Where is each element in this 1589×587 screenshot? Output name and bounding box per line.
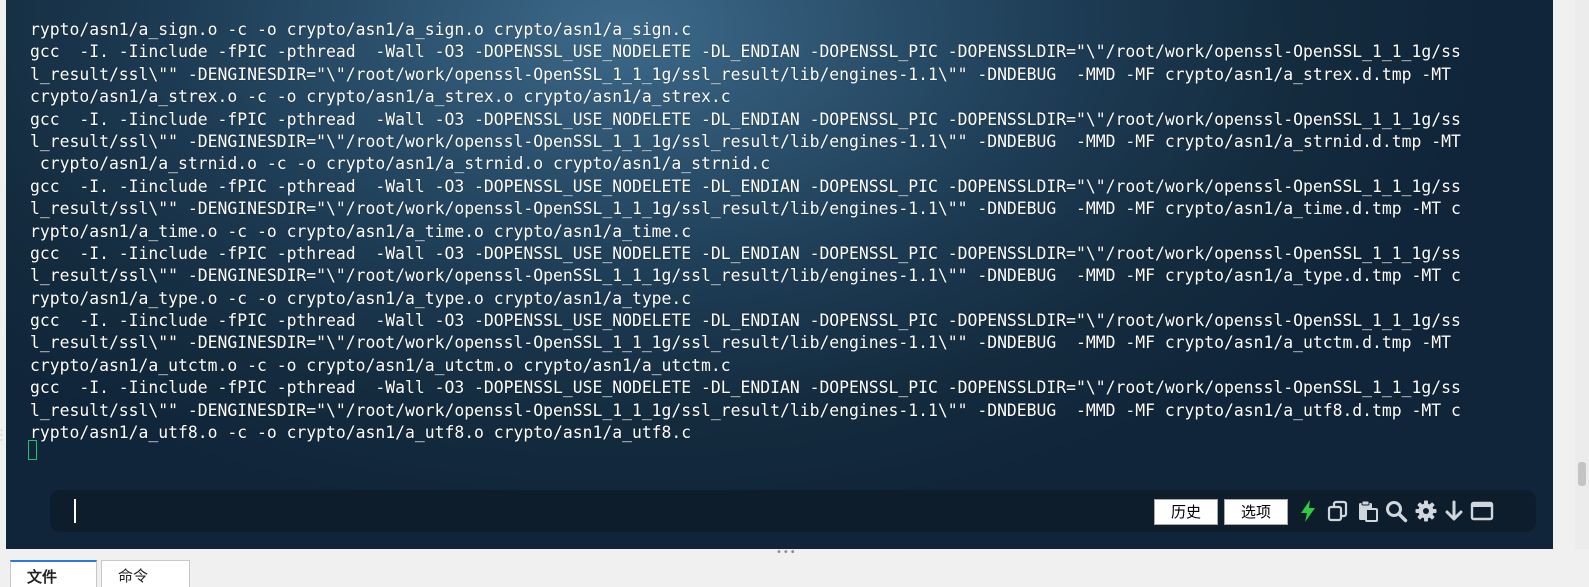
lightning-icon[interactable] (1296, 499, 1320, 523)
terminal-line: gcc -I. -Iinclude -fPIC -pthread -Wall -… (30, 378, 1461, 398)
resize-handle-left[interactable]: · · · (0, 427, 4, 450)
terminal-output: rypto/asn1/a_sign.o -c -o crypto/asn1/a_… (30, 19, 1461, 444)
command-bar: 历史 选项 (50, 490, 1536, 532)
terminal-line: gcc -I. -Iinclude -fPIC -pthread -Wall -… (30, 311, 1461, 331)
terminal-line: gcc -I. -Iinclude -fPIC -pthread -Wall -… (30, 176, 1461, 196)
history-button[interactable]: 历史 (1154, 499, 1218, 525)
terminal-line: rypto/asn1/a_sign.o -c -o crypto/asn1/a_… (30, 20, 692, 39)
terminal-line: gcc -I. -Iinclude -fPIC -pthread -Wall -… (30, 109, 1461, 129)
terminal-panel[interactable]: rypto/asn1/a_sign.o -c -o crypto/asn1/a_… (6, 0, 1553, 549)
terminal-line: l_result/ssl\"" -DENGINESDIR="\"/root/wo… (30, 333, 1451, 353)
terminal-line: rypto/asn1/a_time.o -c -o crypto/asn1/a_… (30, 221, 692, 241)
terminal-line: gcc -I. -Iinclude -fPIC -pthread -Wall -… (30, 42, 1461, 62)
command-input[interactable] (74, 498, 1134, 524)
panel-resize-grip[interactable]: ••• (776, 548, 796, 558)
terminal-line: l_result/ssl\"" -DENGINESDIR="\"/root/wo… (30, 400, 1461, 420)
terminal-line: l_result/ssl\"" -DENGINESDIR="\"/root/wo… (30, 64, 1451, 84)
bottom-tab-bar: 文件 命令 (0, 557, 1589, 587)
terminal-line: crypto/asn1/a_strex.o -c -o crypto/asn1/… (30, 87, 731, 107)
terminal-line: gcc -I. -Iinclude -fPIC -pthread -Wall -… (30, 243, 1461, 263)
scrollbar-thumb[interactable] (1578, 462, 1586, 486)
tab-commands[interactable]: 命令 (101, 560, 190, 587)
copy-icon[interactable] (1326, 499, 1350, 523)
terminal-line: rypto/asn1/a_type.o -c -o crypto/asn1/a_… (30, 288, 692, 308)
terminal-line: crypto/asn1/a_utctm.o -c -o crypto/asn1/… (30, 355, 731, 375)
terminal-scrollbar[interactable] (1575, 0, 1589, 549)
options-button[interactable]: 选项 (1224, 499, 1288, 525)
tab-files[interactable]: 文件 (10, 560, 97, 587)
terminal-cursor (28, 440, 37, 460)
terminal-line: rypto/asn1/a_utf8.o -c -o crypto/asn1/a_… (30, 423, 692, 443)
window-icon[interactable] (1470, 499, 1494, 523)
search-icon[interactable] (1384, 499, 1408, 523)
arrow-down-icon[interactable] (1442, 499, 1466, 523)
paste-icon[interactable] (1356, 499, 1380, 523)
terminal-line: l_result/ssl\"" -DENGINESDIR="\"/root/wo… (30, 266, 1461, 286)
gear-icon[interactable] (1414, 499, 1438, 523)
terminal-line: l_result/ssl\"" -DENGINESDIR="\"/root/wo… (30, 199, 1461, 219)
terminal-line: crypto/asn1/a_strnid.o -c -o crypto/asn1… (30, 154, 771, 174)
terminal-line: l_result/ssl\"" -DENGINESDIR="\"/root/wo… (30, 131, 1461, 151)
command-caret (74, 499, 76, 523)
